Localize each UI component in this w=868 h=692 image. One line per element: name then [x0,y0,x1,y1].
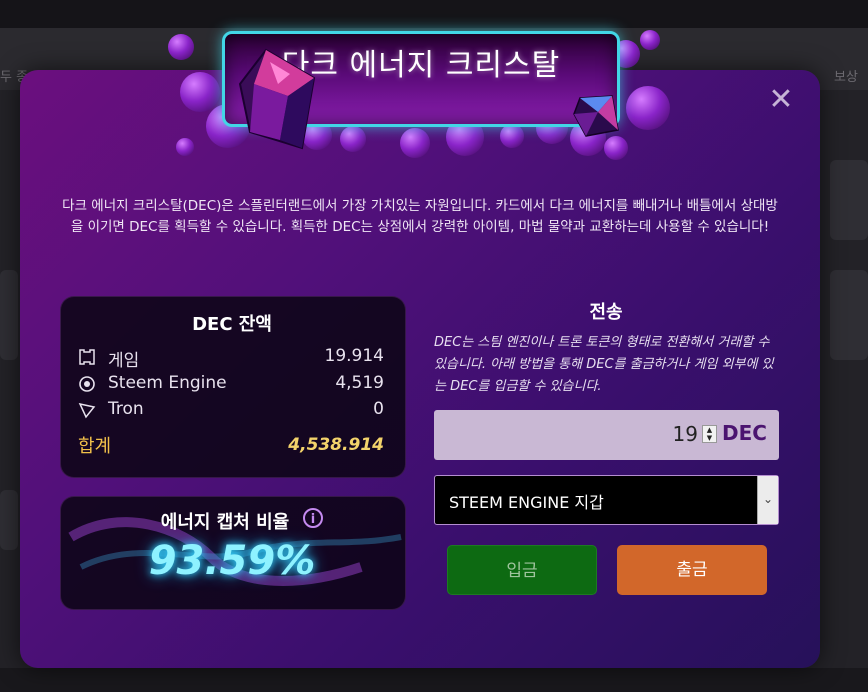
wallet-select-value: STEEM ENGINE 지갑 [449,493,604,512]
bubble-decoration [168,34,194,60]
balance-row-tron: Tron 0 [78,399,384,423]
balance-total: 합계 4,538.914 [78,432,384,458]
balance-title: DEC 잔액 [192,314,272,335]
balance-row-label: 게임 [108,351,140,371]
transfer-description: DEC는 스팀 엔진이나 트론 토큰의 형태로 전환해서 거래할 수 있습니다.… [434,335,774,394]
stepper-up-icon[interactable]: ▲ [703,426,716,434]
bubble-decoration [626,86,670,130]
bubble-decoration [180,72,220,112]
balance-total-value: 4,538.914 [288,435,384,455]
withdraw-button[interactable]: 출금 [617,545,767,595]
balance-row-value: 4,519 [335,373,384,393]
balance-row-label: Tron [108,399,144,419]
balance-row-value: 0 [373,399,384,419]
close-button[interactable]: ✕ [766,85,796,116]
bubble-decoration [176,138,194,156]
bubble-decoration [400,128,430,158]
tron-icon [78,402,96,419]
steem-engine-icon [79,376,95,392]
amount-input[interactable] [434,418,698,450]
bubble-decoration [640,30,660,50]
balance-row-game: 게임 19.914 [78,346,384,371]
balance-row-steem-engine: Steem Engine 4,519 [78,373,384,397]
intro-text: 다크 에너지 크리스탈(DEC)은 스플린터랜드에서 가장 가치있는 자원입니다… [62,198,778,235]
background-bottom-bar [0,668,868,692]
wallet-select[interactable]: STEEM ENGINE 지갑 ⌄ [434,475,779,525]
background-side-panel [830,270,868,360]
balance-row-label: Steem Engine [108,373,227,393]
game-icon [79,349,95,365]
background-side-panel [0,270,18,360]
stepper-down-icon[interactable]: ▼ [703,434,716,442]
crystal-right-icon [573,95,619,137]
bubble-decoration [500,124,524,148]
bubble-decoration [340,126,366,152]
capture-rate: 93.59% [148,538,316,584]
info-icon[interactable]: i [303,508,323,528]
balance-row-value: 19.914 [324,346,384,366]
background-side-panel [0,490,18,550]
chevron-down-icon[interactable]: ⌄ [757,476,778,524]
amount-field: ▲ ▼ DEC [434,410,779,460]
deposit-button[interactable]: 입금 [447,545,597,595]
amount-unit: DEC [722,421,767,445]
transfer-title: 전송 [589,302,623,323]
crystal-left-icon [238,48,316,150]
background-side-panel [830,160,868,240]
capture-title: 에너지 캡처 비율 [160,512,290,533]
amount-stepper[interactable]: ▲ ▼ [702,425,717,443]
background-header-right-text: 보상 [834,70,858,85]
background-top-bar [0,0,868,28]
balance-total-label: 합계 [78,436,112,457]
